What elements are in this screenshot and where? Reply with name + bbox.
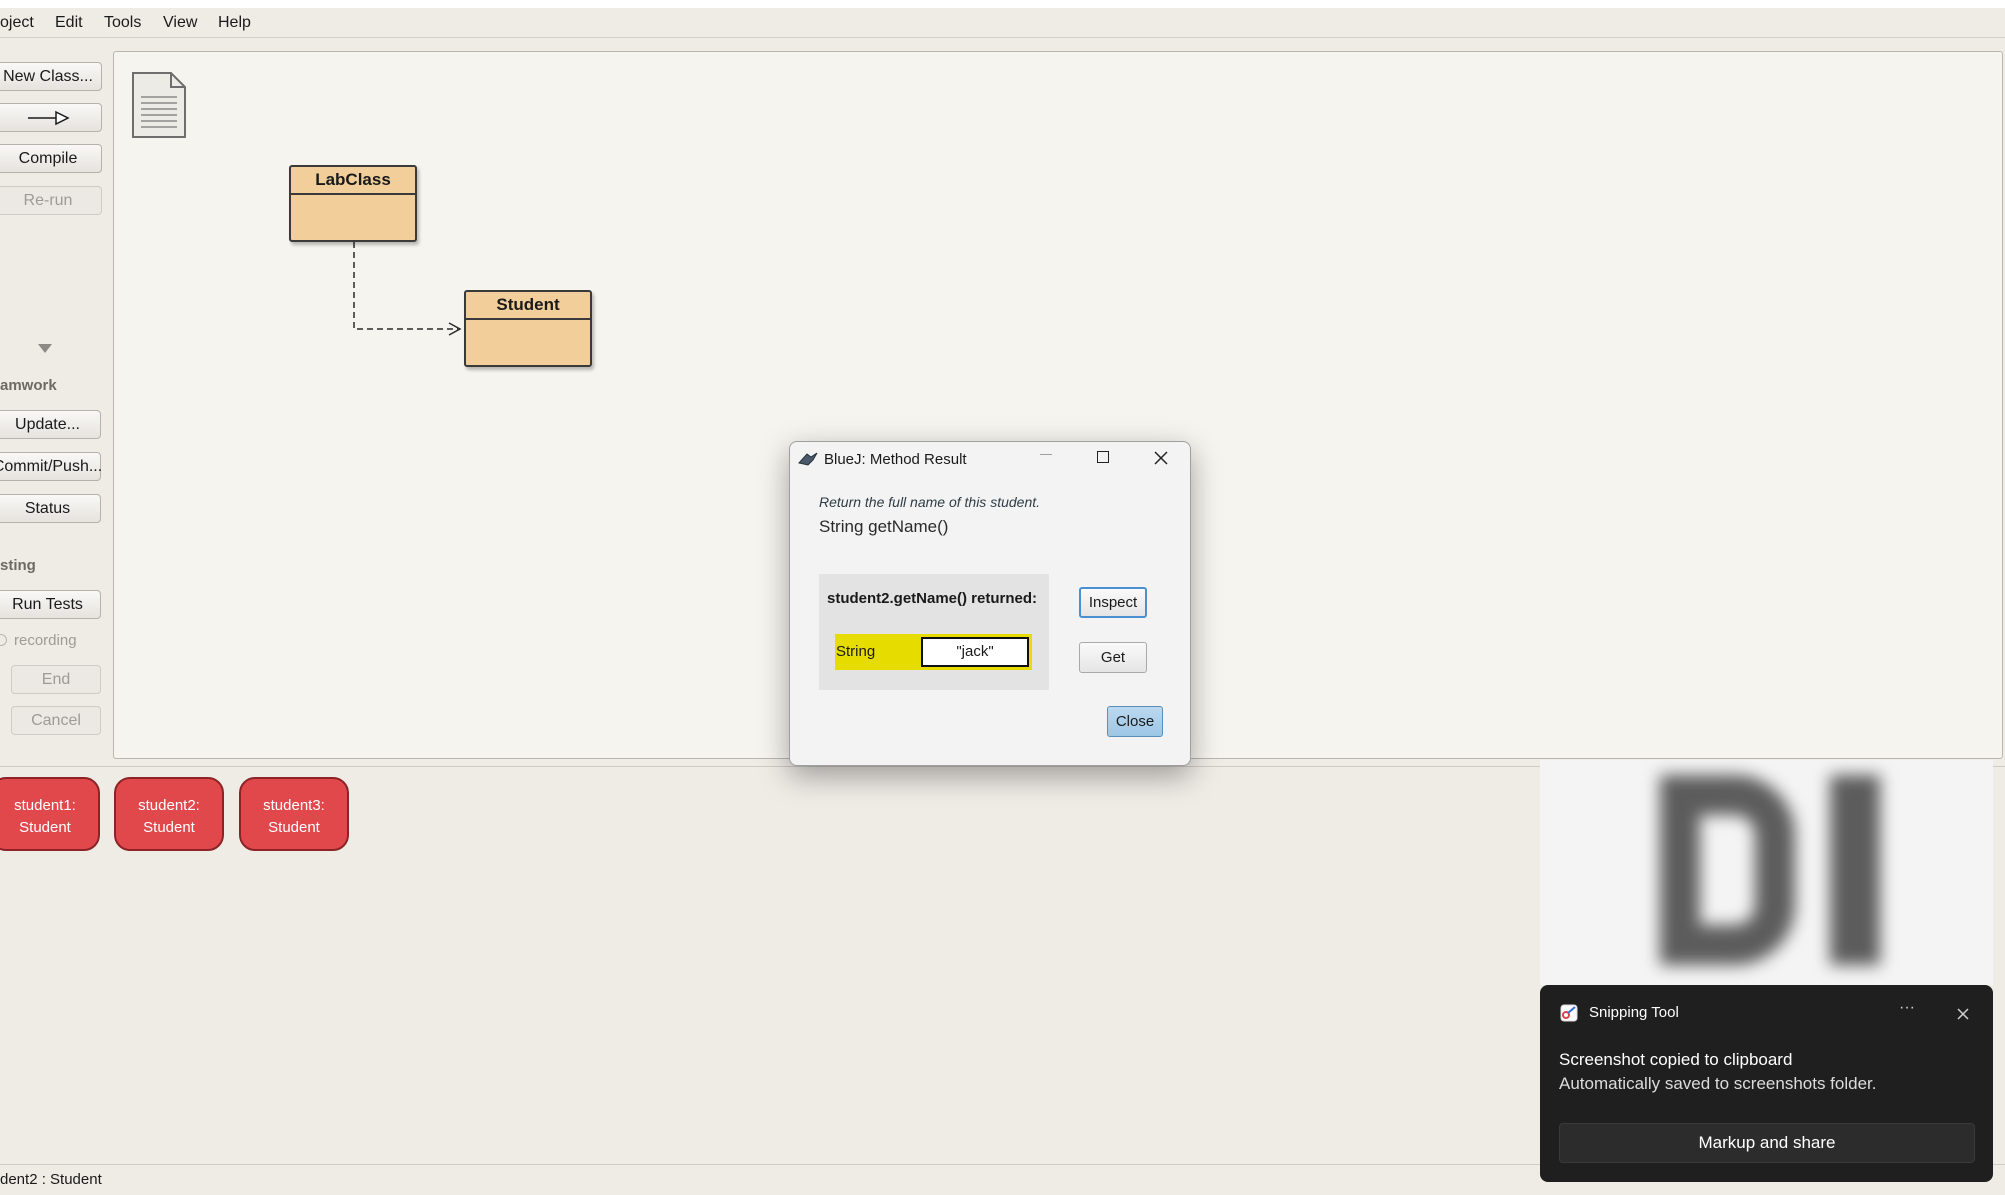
recording-indicator-icon: [0, 634, 7, 646]
rerun-button[interactable]: Re-run: [0, 186, 102, 215]
compile-button[interactable]: Compile: [0, 144, 102, 173]
menu-help[interactable]: Help: [218, 14, 251, 32]
menu-edit[interactable]: Edit: [55, 14, 83, 32]
end-recording-button[interactable]: End: [11, 665, 101, 694]
dependency-arrow: [353, 242, 462, 336]
inspect-button[interactable]: Inspect: [1079, 587, 1147, 618]
new-class-button[interactable]: New Class...: [0, 62, 102, 91]
toast-close-icon[interactable]: [1957, 1008, 1969, 1020]
result-panel: student2.getName() returned: String "jac…: [819, 574, 1049, 690]
menu-view[interactable]: View: [163, 14, 197, 32]
toast-app-name: Snipping Tool: [1589, 1004, 1679, 1021]
cancel-recording-button[interactable]: Cancel: [11, 706, 101, 735]
blurred-letter-i-shape: [1830, 775, 1880, 965]
new-inheritance-arrow-button[interactable]: [0, 103, 102, 132]
toast-subtitle: Automatically saved to screenshots folde…: [1559, 1074, 1877, 1093]
collapse-triangle-icon[interactable]: [38, 344, 52, 353]
more-options-icon[interactable]: ···: [1899, 999, 1915, 1017]
snipping-tool-toast: Snipping Tool ··· Screenshot copied to c…: [1540, 985, 1993, 1182]
object-student3[interactable]: student3: Student: [239, 777, 349, 851]
window-top-strip: [0, 0, 2005, 8]
class-labclass[interactable]: LabClass: [289, 165, 417, 242]
returned-label: student2.getName() returned:: [827, 590, 1038, 607]
recording-label: recording: [14, 632, 77, 649]
method-comment: Return the full name of this student.: [819, 494, 1041, 510]
result-type: String: [836, 643, 876, 660]
update-button[interactable]: Update...: [0, 410, 101, 439]
menu-tools[interactable]: Tools: [104, 14, 141, 32]
status-text: dent2 : Student: [0, 1171, 102, 1188]
inheritance-arrow-icon: [28, 110, 70, 125]
class-name: Student: [466, 292, 590, 320]
method-result-dialog: BlueJ: Method Result Return the full nam…: [789, 441, 1191, 766]
object-name: student2:: [138, 797, 200, 814]
close-button[interactable]: Close: [1107, 706, 1163, 737]
run-tests-button[interactable]: Run Tests: [0, 590, 101, 619]
object-type: Student: [268, 819, 320, 836]
minimize-icon[interactable]: [1040, 454, 1052, 455]
object-type: Student: [19, 819, 71, 836]
teamwork-section-label: amwork: [0, 377, 57, 394]
status-button[interactable]: Status: [0, 494, 101, 523]
maximize-icon[interactable]: [1097, 451, 1109, 463]
object-name: student3:: [263, 797, 325, 814]
menu-bar: oject Edit Tools View Help: [0, 8, 2005, 38]
bluej-bird-icon: [798, 452, 818, 466]
object-student1[interactable]: student1: Student: [0, 777, 100, 851]
object-student2[interactable]: student2: Student: [114, 777, 224, 851]
class-name: LabClass: [291, 167, 415, 195]
result-field: String "jack": [835, 634, 1032, 670]
snipping-tool-app-icon: [1560, 1004, 1578, 1022]
close-icon[interactable]: [1154, 451, 1168, 465]
method-signature: String getName(): [819, 517, 949, 536]
snip-preview-thumbnail: [1540, 760, 1993, 985]
menu-project[interactable]: oject: [0, 14, 34, 32]
object-name: student1:: [14, 797, 76, 814]
get-button[interactable]: Get: [1079, 642, 1147, 673]
object-type: Student: [143, 819, 195, 836]
class-student[interactable]: Student: [464, 290, 592, 367]
commit-push-button[interactable]: Commit/Push...: [0, 452, 102, 481]
toast-title: Screenshot copied to clipboard: [1559, 1050, 1793, 1069]
testing-section-label: sting: [0, 557, 36, 574]
result-value[interactable]: "jack": [921, 637, 1029, 667]
dialog-title: BlueJ: Method Result: [824, 451, 967, 468]
blurred-letter-d-shape: [1660, 775, 1795, 965]
markup-and-share-button[interactable]: Markup and share: [1559, 1123, 1975, 1163]
